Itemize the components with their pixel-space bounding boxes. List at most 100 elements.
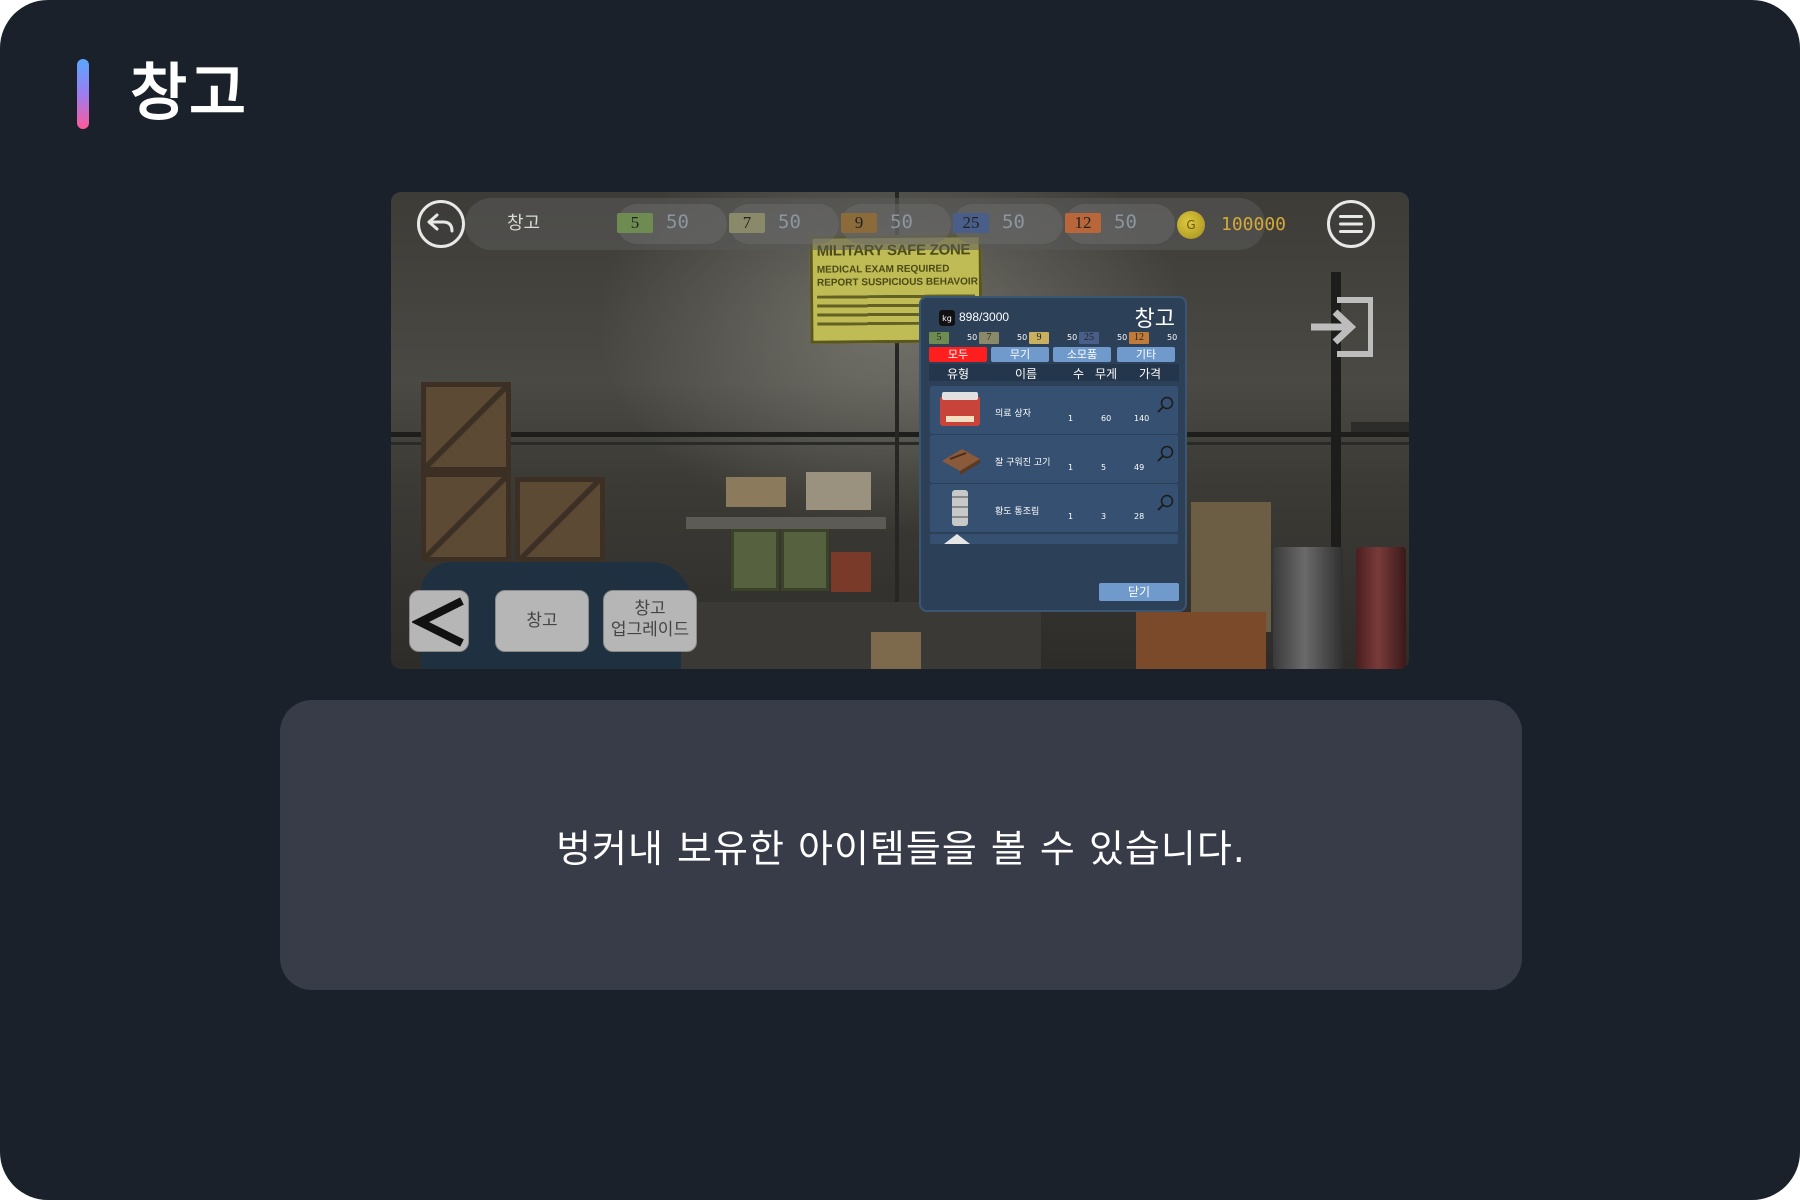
- return-arrow-icon: [427, 213, 454, 233]
- item-row[interactable]: 잘 구워진 고기 1 5 49: [930, 435, 1178, 483]
- panel-resource-value: 50: [1167, 333, 1178, 342]
- hamburger-menu-icon: [1339, 215, 1363, 233]
- gold-coin-icon: G: [1177, 211, 1205, 239]
- peach-can-icon: [952, 490, 968, 526]
- grilled-meat-icon: [942, 449, 980, 475]
- close-button[interactable]: 닫기: [1099, 583, 1179, 601]
- item-count: 1: [1068, 414, 1074, 423]
- green-crate: [731, 529, 779, 591]
- tab-consumables[interactable]: 소모품: [1053, 347, 1111, 362]
- panel-resource-value: 50: [1067, 333, 1078, 342]
- tab-all[interactable]: 모두: [929, 347, 987, 362]
- exit-door-icon[interactable]: [1309, 296, 1373, 358]
- currency-5-icon: 5: [617, 213, 653, 233]
- magnifier-icon[interactable]: [1157, 396, 1175, 414]
- column-type: 유형: [947, 367, 970, 381]
- item-price: 49: [1134, 463, 1145, 472]
- back-button[interactable]: [417, 200, 465, 248]
- item-price: 28: [1134, 512, 1145, 521]
- currency-7-icon: 7: [729, 213, 765, 233]
- chevron-left-icon: [412, 597, 464, 647]
- currency-25-icon: 25: [953, 213, 989, 233]
- currency-25-icon: 25: [1079, 332, 1099, 344]
- page-title: 창고: [130, 56, 249, 129]
- wooden-crate: [421, 472, 511, 562]
- cardboard-box: [806, 472, 871, 510]
- title-accent-bar: [77, 59, 89, 129]
- oil-barrel: [1273, 547, 1343, 669]
- menu-button[interactable]: [1327, 200, 1375, 248]
- resource-value: 50: [778, 211, 801, 233]
- resource-value: 50: [1114, 211, 1137, 233]
- resource-counter: 25 50: [953, 204, 1063, 244]
- item-row-partial[interactable]: [930, 534, 1178, 544]
- item-name: 의료 상자: [995, 409, 1031, 419]
- topbar-title: 창고: [507, 213, 541, 234]
- wall-line: [391, 442, 1409, 445]
- resource-value: 50: [666, 211, 689, 233]
- panel-resource-value: 50: [1117, 333, 1128, 342]
- oil-barrel: [1356, 547, 1406, 669]
- warehouse-upgrade-button[interactable]: 창고 업그레이드: [603, 590, 697, 652]
- caption-text: 벙커내 보유한 아이템들을 볼 수 있습니다.: [556, 826, 1246, 871]
- currency-5-icon: 5: [929, 332, 949, 344]
- panel-resource-row: 5 50 7 50 9 50 25 50 12 50: [929, 332, 1181, 344]
- wall-pipe: [1351, 422, 1409, 432]
- gold-amount: 100000: [1221, 214, 1287, 235]
- column-name: 이름: [1015, 367, 1038, 381]
- sign-line: REPORT SUSPICIOUS BEHAVOIR: [816, 276, 978, 289]
- item-count: 1: [1068, 463, 1074, 472]
- weight-icon: kg: [939, 310, 955, 326]
- currency-9-icon: 9: [1029, 332, 1049, 344]
- floor-shadow: [681, 602, 1041, 669]
- wall-line: [391, 432, 1409, 437]
- scroll-up-icon[interactable]: [942, 532, 972, 544]
- item-weight: 3: [1101, 512, 1107, 521]
- item-weight: 60: [1101, 414, 1112, 423]
- cardboard-box: [726, 477, 786, 507]
- storage-weight: 898/3000: [959, 310, 1010, 324]
- resource-counter: 12 50: [1065, 204, 1175, 244]
- currency-12-icon: 12: [1129, 332, 1149, 344]
- magnifier-icon[interactable]: [1157, 494, 1175, 512]
- item-row[interactable]: 의료 상자 1 60 140: [930, 386, 1178, 434]
- magnifier-icon[interactable]: [1157, 445, 1175, 463]
- panel-resource-value: 50: [1017, 333, 1028, 342]
- panel-resource-value: 50: [967, 333, 978, 342]
- shelf: [686, 517, 886, 529]
- item-row[interactable]: 황도 통조림 1 3 28: [930, 484, 1178, 532]
- resource-counter: 7 50: [729, 204, 839, 244]
- warehouse-button[interactable]: 창고: [495, 590, 589, 652]
- resource-counter: 5 50: [617, 204, 727, 244]
- column-price: 가격: [1139, 367, 1162, 381]
- column-weight: 무게: [1095, 367, 1118, 381]
- page-card: 창고 MILITARY SAFE ZONE MEDICAL EXAM REQUI…: [0, 0, 1800, 1200]
- wooden-crate: [515, 477, 605, 562]
- resource-counter: 9 50: [841, 204, 951, 244]
- item-weight: 5: [1101, 463, 1107, 472]
- warehouse-panel: kg 898/3000 창고 5 50 7 50 9 50 25 50 12 5…: [919, 296, 1187, 612]
- resource-value: 50: [890, 211, 913, 233]
- currency-9-icon: 9: [841, 213, 877, 233]
- item-name: 잘 구워진 고기: [995, 458, 1051, 468]
- tab-weapons[interactable]: 무기: [991, 347, 1049, 362]
- upgrade-label-line2: 업그레이드: [610, 620, 690, 640]
- upgrade-label-line1: 창고: [634, 599, 666, 619]
- item-name: 황도 통조림: [995, 507, 1040, 517]
- resource-value: 50: [1002, 211, 1025, 233]
- cardboard-box: [871, 632, 921, 669]
- game-screenshot: MILITARY SAFE ZONE MEDICAL EXAM REQUIRED…: [391, 192, 1409, 669]
- currency-7-icon: 7: [979, 332, 999, 344]
- column-count: 수: [1073, 367, 1085, 381]
- supply-box: [831, 552, 871, 592]
- panel-title: 창고: [1134, 307, 1175, 332]
- wooden-crate: [421, 382, 511, 472]
- item-price: 140: [1134, 414, 1150, 423]
- wooden-chest: [1136, 612, 1266, 669]
- medical-box-icon: [940, 392, 980, 426]
- item-count: 1: [1068, 512, 1074, 521]
- tab-other[interactable]: 기타: [1117, 347, 1175, 362]
- table-header: 유형 이름 수 무게 가격: [929, 364, 1179, 381]
- green-crate: [781, 529, 829, 591]
- previous-button[interactable]: [409, 590, 469, 652]
